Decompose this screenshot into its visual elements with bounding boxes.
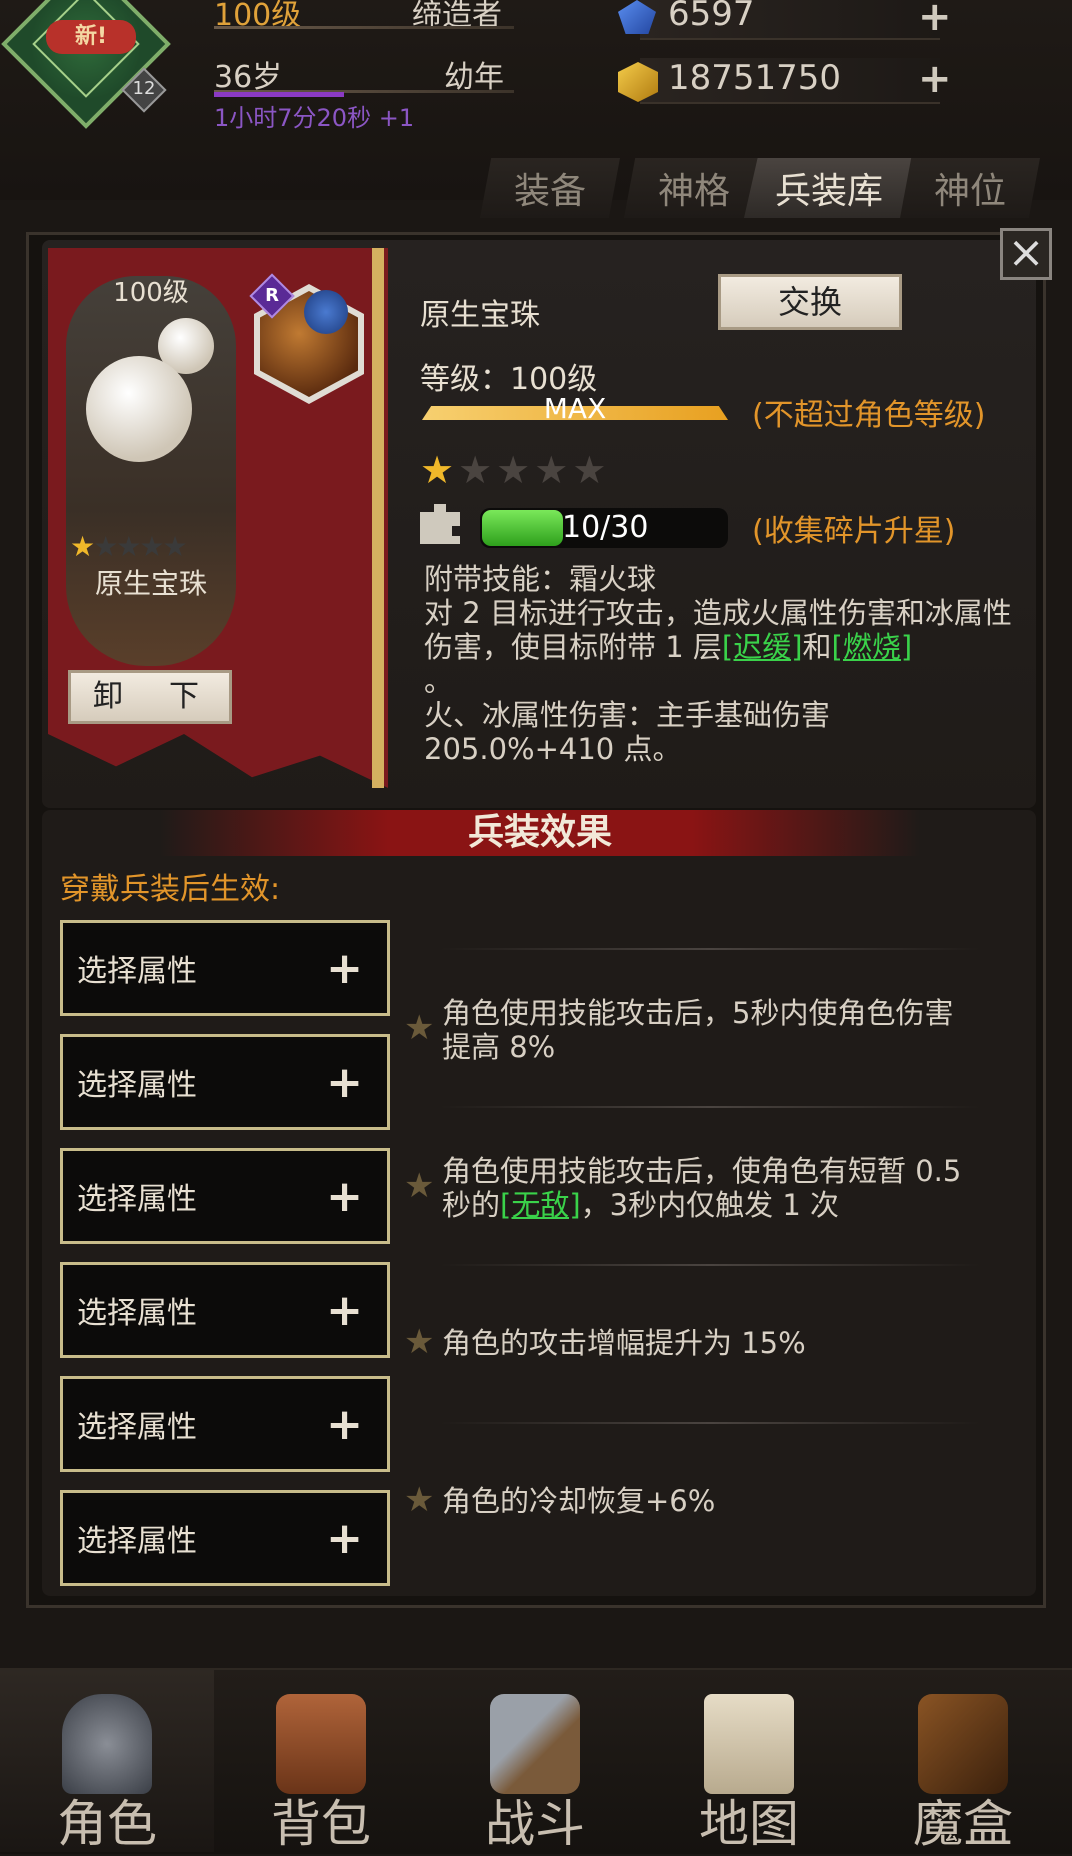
- fragment-progress-fill: [482, 510, 563, 546]
- close-icon: ×: [1007, 227, 1045, 278]
- bonus-text-4: 角色的冷却恢复+6%: [442, 1484, 716, 1518]
- attribute-slot-3[interactable]: 选择属性 +: [60, 1148, 390, 1244]
- element-orb-icon: [304, 290, 348, 334]
- invincible-status-link[interactable]: [无敌]: [500, 1188, 581, 1222]
- unequip-button[interactable]: 卸 下: [68, 670, 232, 724]
- attribute-slot-6[interactable]: 选择属性 +: [60, 1490, 390, 1586]
- star-icon: ★: [534, 448, 573, 492]
- attribute-slot-4[interactable]: 选择属性 +: [60, 1262, 390, 1358]
- item-name: 原生宝珠: [420, 298, 540, 333]
- star-icon: ★: [93, 530, 118, 563]
- star-icon: ★: [420, 448, 459, 492]
- effects-wear-note: 穿戴兵装后生效:: [60, 872, 281, 907]
- effects-title: 兵装效果: [467, 812, 612, 853]
- sword-shield-icon: [490, 1694, 580, 1794]
- skill-damage: 火、冰属性伤害：主手基础伤害 205.0%+410 点。: [424, 698, 831, 766]
- skill-period: 。: [424, 664, 454, 698]
- star-icon: ★: [162, 530, 187, 563]
- nav-item-character[interactable]: 角色: [0, 1670, 214, 1853]
- helmet-icon: [62, 1694, 152, 1794]
- new-badge: 新!: [46, 20, 136, 54]
- scroll-icon: [704, 1694, 794, 1794]
- tab-divinity[interactable]: 神格: [624, 158, 764, 218]
- tab-god-seat[interactable]: 神位: [900, 158, 1040, 218]
- effect-divider: [440, 1422, 980, 1424]
- slot-label: 选择属性: [77, 1296, 197, 1331]
- star-icon: ★: [458, 448, 497, 492]
- backpack-icon: [276, 1694, 366, 1794]
- age-timer: 1小时7分20秒 +1: [214, 104, 415, 132]
- star-icon: ★: [404, 1322, 435, 1362]
- slot-label: 选择属性: [77, 1068, 197, 1103]
- nav-label: 战斗: [485, 1795, 585, 1853]
- level-max-text: MAX: [543, 392, 607, 425]
- nav-label: 背包: [271, 1795, 371, 1853]
- skill-effect: 对 2 目标进行攻击，造成火属性伤害和冰属性伤害，使目标附带 1 层[迟缓]和[…: [424, 596, 1012, 664]
- nav-label: 地图: [699, 1795, 799, 1853]
- bonus-text-1: 角色使用技能攻击后，5秒内使角色伤害提高 8%: [442, 996, 954, 1064]
- skill-description: 附带技能：霜火球 对 2 目标进行攻击，造成火属性伤害和冰属性伤害，使目标附带 …: [424, 562, 1024, 766]
- nav-item-map[interactable]: 地图: [642, 1670, 856, 1853]
- add-blue-currency-button[interactable]: +: [918, 0, 952, 37]
- magic-box-icon: [918, 1694, 1008, 1794]
- avatar-level-number: 12: [132, 78, 156, 99]
- swap-button[interactable]: 交换: [718, 274, 902, 330]
- slot-label: 选择属性: [77, 1182, 197, 1217]
- slot-label: 选择属性: [77, 1524, 197, 1559]
- add-gold-currency-button[interactable]: +: [918, 59, 952, 99]
- slot-label: 选择属性: [77, 954, 197, 989]
- fragment-count: 10/30: [562, 510, 649, 545]
- gold-currency-value: 18751750: [668, 58, 842, 98]
- level-underline: [214, 26, 514, 29]
- nav-label: 魔盒: [913, 1795, 1013, 1853]
- item-card-level: 100级: [113, 278, 189, 308]
- bonus-text-3: 角色的攻击增幅提升为 15%: [442, 1326, 806, 1360]
- blue-currency-value: 6597: [668, 0, 755, 34]
- slot-label: 选择属性: [77, 1410, 197, 1445]
- star-icon: ★: [70, 530, 95, 563]
- close-button[interactable]: ×: [1000, 228, 1052, 280]
- bonus-text-2: 角色使用技能攻击后，使角色有短暂 0.5 秒的[无敌]，3秒内仅触发 1 次: [442, 1154, 962, 1222]
- attribute-slot-2[interactable]: 选择属性 +: [60, 1034, 390, 1130]
- item-card-stars: ★★★★★: [70, 530, 240, 563]
- nav-item-battle[interactable]: 战斗: [428, 1670, 642, 1853]
- item-stars: ★★★★★: [420, 448, 610, 492]
- nav-item-backpack[interactable]: 背包: [214, 1670, 428, 1853]
- level-note: (不超过角色等级): [752, 398, 986, 433]
- nav-item-magic-box[interactable]: 魔盒: [856, 1670, 1070, 1853]
- plus-icon: +: [326, 942, 363, 994]
- effect-divider: [440, 948, 980, 950]
- age-progress-bar: [214, 92, 344, 97]
- plus-icon: +: [326, 1398, 363, 1450]
- attribute-slot-1[interactable]: 选择属性 +: [60, 920, 390, 1016]
- item-card-name: 原生宝珠: [94, 567, 207, 600]
- skill-title: 附带技能：霜火球: [424, 562, 657, 596]
- orb-large-icon: [86, 356, 192, 462]
- attribute-slot-5[interactable]: 选择属性 +: [60, 1376, 390, 1472]
- rarity-badge-text: R: [265, 285, 279, 306]
- effect-divider: [440, 1264, 980, 1266]
- star-icon: ★: [139, 530, 164, 563]
- effect-divider: [440, 1106, 980, 1108]
- tab-equipment[interactable]: 装备: [480, 158, 620, 218]
- slow-status-link[interactable]: [迟缓]: [722, 630, 803, 664]
- star-icon: ★: [404, 1480, 435, 1520]
- star-icon: ★: [496, 448, 535, 492]
- fragment-note: (收集碎片升星): [752, 514, 956, 549]
- nav-label: 角色: [57, 1795, 157, 1853]
- burn-status-link[interactable]: [燃烧]: [832, 630, 913, 664]
- star-icon: ★: [404, 1008, 435, 1048]
- plus-icon: +: [326, 1056, 363, 1108]
- plus-icon: +: [326, 1170, 363, 1222]
- star-icon: ★: [572, 448, 611, 492]
- star-icon: ★: [116, 530, 141, 563]
- banner-gold-edge: [372, 248, 384, 788]
- star-icon: ★: [404, 1166, 435, 1206]
- tab-armory[interactable]: 兵装库: [744, 158, 914, 218]
- plus-icon: +: [326, 1512, 363, 1564]
- plus-icon: +: [326, 1284, 363, 1336]
